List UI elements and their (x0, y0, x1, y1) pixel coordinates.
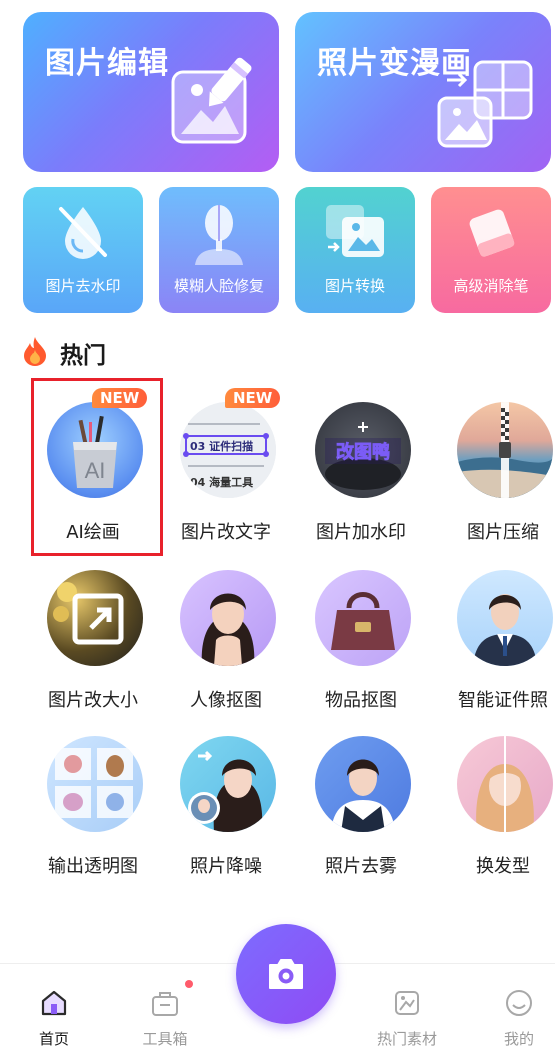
image-to-text-thumb: 03 证件扫描 04 海量工具 (180, 402, 276, 498)
new-badge: NEW (225, 388, 281, 408)
hot-item-dehaze[interactable]: 照片去雾 (298, 716, 424, 877)
hot-item-label: 图片加水印 (316, 522, 406, 543)
id-photo-thumb (457, 570, 553, 666)
face-restore-icon (189, 201, 249, 271)
home-icon (39, 988, 69, 1018)
remove-watermark-icon (53, 201, 113, 265)
hot-item-label: 照片去雾 (325, 856, 397, 877)
hot-material-icon (392, 988, 422, 1018)
camera-icon (266, 957, 306, 995)
nav-hot-material[interactable]: 热门素材 (362, 988, 452, 1049)
hot-item-label: 图片改大小 (48, 690, 138, 711)
image-convert-icon (322, 201, 388, 265)
hot-item-resize[interactable]: 图片改大小 (30, 550, 156, 711)
hot-section-title: 热门 (60, 343, 106, 369)
camera-button[interactable] (236, 924, 336, 1024)
compress-thumb (457, 402, 553, 498)
hot-item-denoise[interactable]: 照片降噪 (163, 716, 289, 877)
nav-toolbox-label: 工具箱 (142, 1030, 188, 1048)
hot-item-portrait-cutout[interactable]: 人像抠图 (163, 550, 289, 711)
eraser-card[interactable]: 高级消除笔 (431, 187, 551, 313)
hot-item-label: 物品抠图 (325, 690, 397, 711)
image-convert-label: 图片转换 (324, 277, 385, 295)
photo-to-comic-icon (435, 58, 535, 154)
object-cutout-thumb (315, 570, 411, 666)
hot-item-compress[interactable]: 图片压缩 (440, 382, 555, 543)
add-watermark-thumb: 改图鸭 (315, 402, 411, 498)
image-pen-icon (167, 54, 263, 154)
image-convert-card[interactable]: 图片转换 (295, 187, 415, 313)
nav-profile-label: 我的 (503, 1030, 534, 1048)
eraser-icon (461, 201, 521, 265)
svg-text:改图鸭: 改图鸭 (336, 441, 390, 463)
hot-item-label: 智能证件照 (458, 690, 548, 711)
portrait-cutout-thumb (180, 570, 276, 666)
hot-item-label: 图片改文字 (181, 522, 271, 543)
hot-item-add-watermark[interactable]: 改图鸭 图片加水印 (298, 382, 424, 543)
nav-hot-material-label: 热门素材 (376, 1030, 437, 1048)
hot-item-label: 人像抠图 (190, 690, 262, 711)
profile-icon (504, 988, 534, 1018)
image-edit-card[interactable]: 图片编辑 (23, 12, 279, 172)
nav-profile[interactable]: 我的 (474, 988, 555, 1049)
photo-to-comic-card[interactable]: 照片变漫画 (295, 12, 551, 172)
face-restore-card[interactable]: 模糊人脸修复 (159, 187, 279, 313)
hot-section-header: 热门 (22, 336, 106, 370)
hot-item-label: 图片压缩 (467, 522, 539, 543)
nav-toolbox[interactable]: 工具箱 (120, 980, 210, 1049)
image-edit-title: 图片编辑 (45, 46, 169, 81)
resize-thumb (47, 570, 143, 666)
hot-item-hairstyle[interactable]: 换发型 (440, 716, 555, 877)
hot-item-id-photo[interactable]: 智能证件照 (440, 550, 555, 711)
notification-dot (185, 980, 193, 988)
selection-highlight (31, 378, 163, 556)
face-restore-label: 模糊人脸修复 (173, 277, 264, 295)
remove-watermark-label: 图片去水印 (45, 277, 121, 295)
remove-watermark-card[interactable]: 图片去水印 (23, 187, 143, 313)
hairstyle-thumb (457, 736, 553, 832)
hot-item-label: 照片降噪 (190, 856, 262, 877)
toolbox-icon (150, 988, 180, 1018)
dehaze-thumb (315, 736, 411, 832)
hot-item-transparent[interactable]: 输出透明图 (30, 716, 156, 877)
hot-item-object-cutout[interactable]: 物品抠图 (298, 550, 424, 711)
hot-item-image-to-text[interactable]: NEW 03 证件扫描 04 海量工具 图片改文字 (163, 382, 289, 543)
eraser-label: 高级消除笔 (453, 277, 529, 295)
fire-icon (22, 336, 48, 370)
nav-home-label: 首页 (38, 1030, 69, 1048)
svg-text:04 海量工具: 04 海量工具 (190, 475, 253, 489)
nav-home[interactable]: 首页 (9, 988, 99, 1049)
transparent-thumb (47, 736, 143, 832)
hot-item-label: 换发型 (476, 856, 530, 877)
svg-text:03 证件扫描: 03 证件扫描 (190, 439, 253, 453)
hot-item-label: 输出透明图 (48, 856, 138, 877)
denoise-thumb (180, 736, 276, 832)
